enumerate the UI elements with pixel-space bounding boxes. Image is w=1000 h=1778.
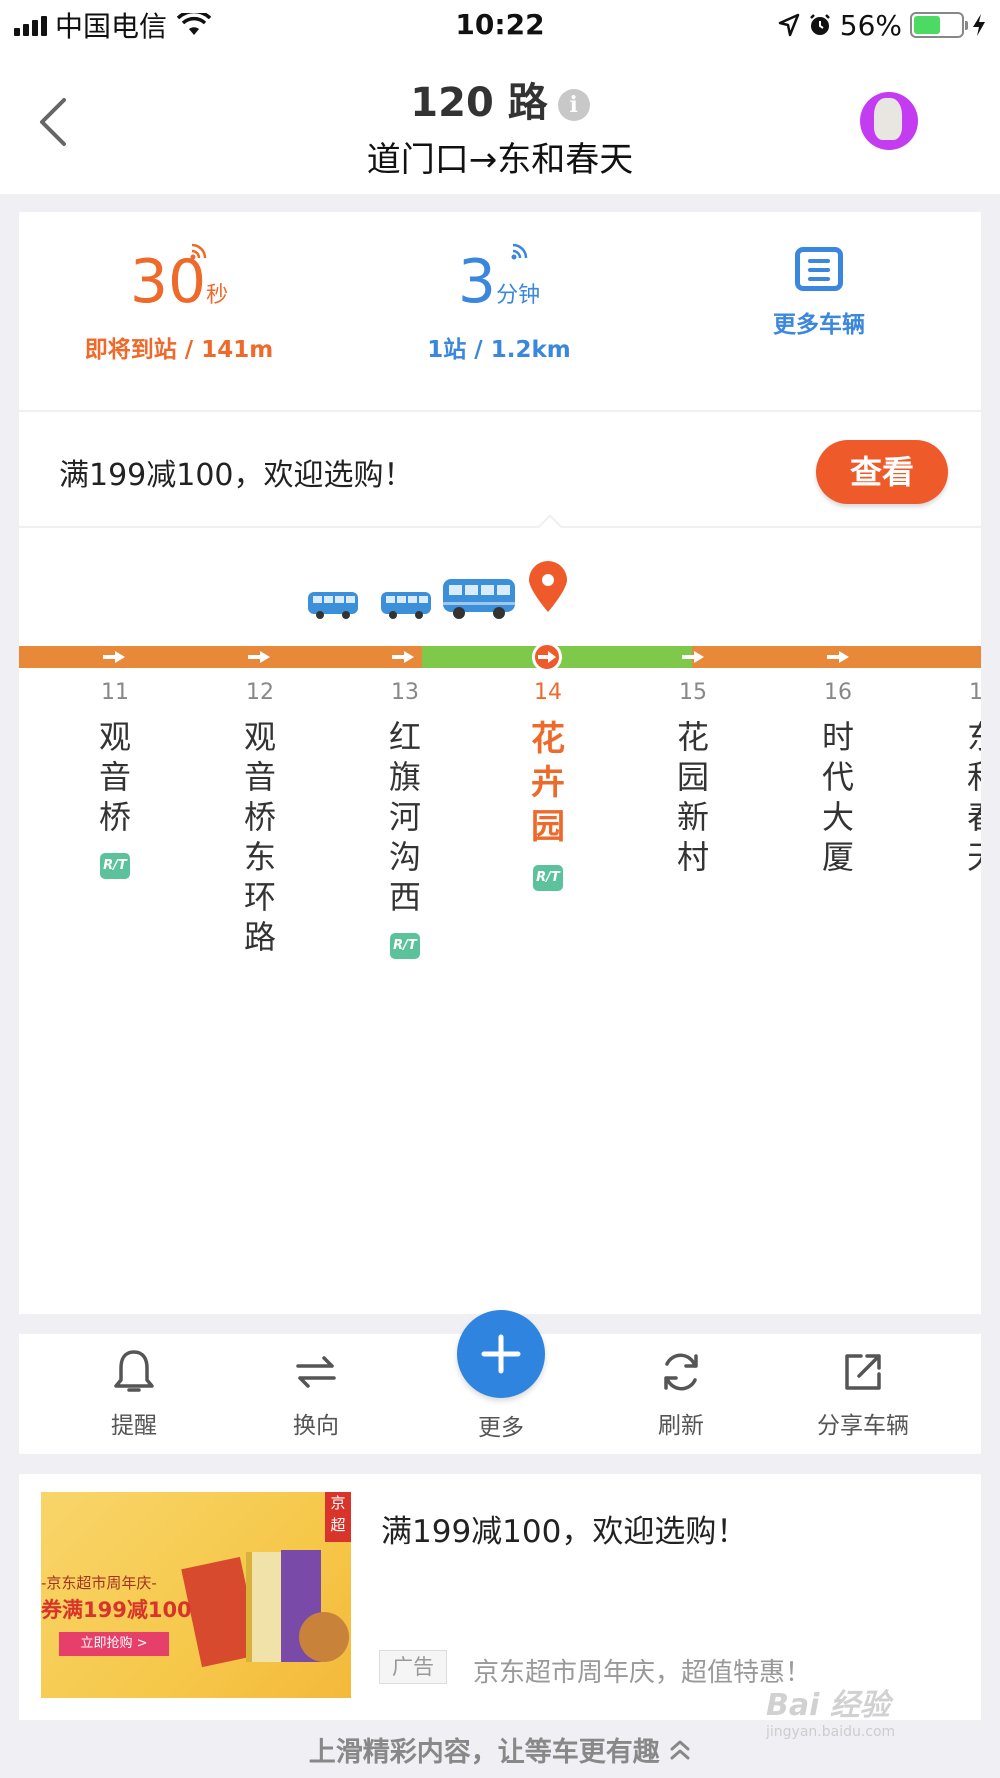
metro-icon: R/T (390, 933, 420, 959)
eta-first-bus[interactable]: 30秒 即将到站 / 141m (19, 242, 339, 364)
direction-arrow-icon (827, 651, 849, 663)
direction-arrow-icon (248, 651, 270, 663)
direction-arrow-icon (682, 651, 704, 663)
chevron-up-icon (670, 1740, 690, 1760)
ad-image-tag: 京超 (325, 1492, 351, 1542)
location-pin-icon (529, 561, 567, 612)
stop-11[interactable]: 11 观音桥 R/T (85, 680, 145, 879)
refresh-label: 刷新 (658, 1413, 704, 1439)
bus-icon[interactable] (307, 590, 359, 620)
eta-unit: 分钟 (496, 283, 541, 308)
ad-image-line1: -京东超市周年庆- (41, 1574, 157, 1592)
stop-15[interactable]: 15 花园新村 (663, 680, 723, 877)
stop-name: 花园新村 (676, 718, 709, 876)
list-icon (795, 247, 843, 291)
stop-name: 观音桥东环路 (243, 718, 276, 956)
direction-arrow-icon (103, 651, 125, 663)
ad-title: 满199减100，欢迎选购！ (381, 1514, 748, 1550)
watermark-url: jingyan.baidu.com (766, 1724, 896, 1740)
eta-detail: 即将到站 / 141m (84, 337, 274, 363)
direction-arrow-icon (392, 651, 414, 663)
stop-number: 14 (534, 680, 562, 705)
action-toolbar: 提醒 换向 更多 刷新 分享车辆 (19, 1310, 981, 1454)
share-icon (845, 1354, 881, 1390)
route-title: 120 路 i (0, 70, 1000, 128)
bus-icon[interactable] (441, 576, 517, 620)
charging-icon (973, 14, 985, 36)
divider (19, 526, 981, 528)
bell-icon (114, 1350, 154, 1392)
nav-header: 120 路 i 道门口→东和春天 (0, 52, 1000, 194)
ad-image-line2: 券满199减100 (41, 1598, 192, 1622)
stop-number: 11 (101, 680, 129, 705)
stop-name: 时代大厦 (821, 718, 854, 876)
metro-icon: R/T (100, 853, 130, 879)
swap-icon (296, 1356, 336, 1388)
stop-number: 15 (679, 680, 707, 705)
stop-number: 13 (391, 680, 419, 705)
stop-14-current[interactable]: 14 花卉园 R/T (518, 680, 578, 891)
remind-button[interactable]: 提醒 (64, 1348, 204, 1440)
ad-label: 广告 (379, 1650, 447, 1684)
share-vehicle-button[interactable]: 分享车辆 (793, 1348, 933, 1440)
eta-value: 3 (457, 247, 497, 317)
view-button[interactable]: 查看 (816, 440, 948, 504)
realtime-signal-icon (190, 243, 207, 260)
info-icon[interactable]: i (557, 89, 590, 121)
ad-image-button: 立即抢购 > (59, 1632, 169, 1656)
refresh-button[interactable]: 刷新 (611, 1348, 751, 1440)
more-vehicles-label: 更多车辆 (773, 312, 865, 338)
reverse-button[interactable]: 换向 (246, 1348, 386, 1440)
watermark-text: Bai 经验 (766, 1688, 890, 1723)
stop-name: 红旗河沟西 (388, 718, 421, 916)
status-bar: 中国电信 10:22 56% (0, 0, 1000, 52)
battery-level (914, 16, 940, 34)
metro-icon: R/T (533, 865, 563, 891)
stop-name: 花卉园 (531, 719, 565, 847)
ad-image[interactable]: 京超 -京东超市周年庆- 券满199减100 立即抢购 > (41, 1492, 351, 1698)
current-stop-marker (532, 642, 562, 672)
avatar[interactable] (860, 92, 918, 150)
eta-second-bus[interactable]: 3分钟 1站 / 1.2km (339, 242, 659, 364)
bus-icon[interactable] (380, 590, 432, 620)
share-label: 分享车辆 (817, 1413, 909, 1439)
stop-13[interactable]: 13 红旗河沟西 R/T (375, 680, 435, 959)
route-name: 120 路 (410, 80, 548, 126)
route-track-traveled (19, 646, 422, 668)
watermark: Bai 经验 jingyan.baidu.com (766, 1680, 966, 1744)
direction-arrow-icon (538, 651, 556, 663)
stop-number: 12 (246, 680, 274, 705)
stop-12[interactable]: 12 观音桥东环路 (230, 680, 290, 957)
realtime-signal-icon (511, 243, 528, 260)
stop-name: 东和春天 (965, 717, 981, 877)
battery-percent: 56% (839, 8, 902, 42)
stop-number: 16 (824, 680, 852, 705)
reverse-label: 换向 (293, 1413, 339, 1439)
eta-unit: 秒 (206, 283, 229, 308)
eta-row: 30秒 即将到站 / 141m 3分钟 1站 / 1.2km 更多车辆 (19, 212, 981, 412)
plus-icon (481, 1334, 521, 1374)
swipe-hint-text: 上滑精彩内容，让等车更有趣 (308, 1737, 660, 1768)
status-right: 56% (778, 8, 986, 42)
stop-number: 17 (969, 680, 981, 705)
stop-17[interactable]: 17 东和春天 (953, 680, 981, 877)
ad-description: 京东超市周年庆，超值特惠！ (473, 1658, 812, 1688)
product-image (299, 1612, 349, 1662)
refresh-icon (664, 1353, 698, 1391)
eta-detail: 1站 / 1.2km (427, 337, 571, 363)
alarm-icon (809, 14, 830, 35)
arrival-card: 30秒 即将到站 / 141m 3分钟 1站 / 1.2km 更多车辆 满199… (19, 212, 981, 1314)
stop-name: 观音桥 (98, 718, 131, 836)
location-arrow-icon (778, 13, 800, 37)
stop-16[interactable]: 16 时代大厦 (808, 680, 868, 877)
more-plus-button[interactable] (457, 1310, 545, 1398)
promo-text: 满199减100，欢迎选购！ (59, 458, 414, 493)
route-line[interactable]: 11 观音桥 R/T 12 观音桥东环路 13 红旗河沟西 R/T 14 花卉园… (19, 530, 981, 1310)
more-vehicles-button[interactable]: 更多车辆 (659, 212, 979, 339)
promo-banner[interactable]: 满199减100，欢迎选购！ 查看 (19, 414, 981, 528)
battery-icon (910, 12, 968, 38)
route-direction: 道门口→东和春天 (366, 140, 634, 180)
remind-label: 提醒 (111, 1413, 157, 1439)
more-label: 更多 (478, 1415, 524, 1441)
